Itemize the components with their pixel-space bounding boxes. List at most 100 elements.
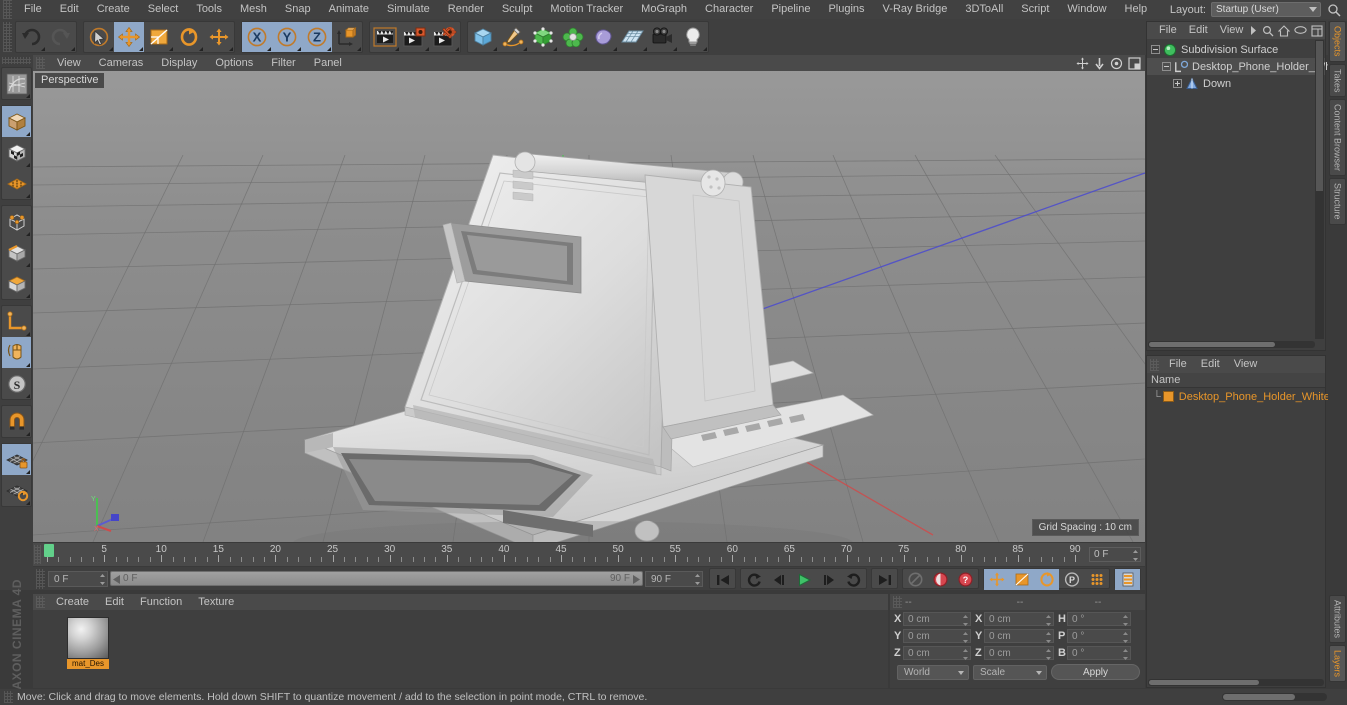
- spinner-icon[interactable]: [695, 573, 700, 585]
- menu-item-window[interactable]: Window: [1058, 0, 1115, 19]
- preview-right-arrow-icon[interactable]: [632, 575, 640, 584]
- maximize-view-icon[interactable]: [1128, 57, 1141, 70]
- step-forward-button[interactable]: [816, 569, 841, 590]
- uv-mode[interactable]: [2, 168, 31, 199]
- status-bar-grip[interactable]: [4, 691, 13, 703]
- play-button[interactable]: [791, 569, 816, 590]
- menu-item-mesh[interactable]: Mesh: [231, 0, 276, 19]
- rotation-p-field[interactable]: 0 °: [1067, 629, 1131, 643]
- lock-x-axis[interactable]: X: [242, 22, 272, 52]
- vtab-takes[interactable]: Takes: [1329, 63, 1346, 98]
- zoom-view-icon[interactable]: [1094, 57, 1105, 70]
- spinner-icon[interactable]: [1133, 550, 1138, 561]
- object-menu-view[interactable]: View: [1214, 22, 1250, 39]
- lock-z-axis[interactable]: Z: [302, 22, 332, 52]
- live-selection-tool[interactable]: [84, 22, 114, 52]
- spinner-icon[interactable]: [100, 573, 105, 585]
- menu-item-render[interactable]: Render: [439, 0, 493, 19]
- preview-left-arrow-icon[interactable]: [113, 575, 121, 584]
- vtab-attributes[interactable]: Attributes: [1329, 594, 1346, 643]
- record-pla-button[interactable]: P: [1059, 569, 1084, 590]
- menu-item-pipeline[interactable]: Pipeline: [762, 0, 819, 19]
- record-scale-button[interactable]: [1009, 569, 1034, 590]
- object-tree-row[interactable]: Down: [1147, 75, 1325, 92]
- size-z-field[interactable]: 0 cm: [984, 646, 1054, 660]
- menu-item-select[interactable]: Select: [139, 0, 188, 19]
- status-scrollbar[interactable]: [1222, 693, 1327, 701]
- object-tree[interactable]: Subdivision Surface Desktop_Phone_Holder_…: [1147, 39, 1343, 92]
- make-editable-tool[interactable]: [2, 68, 31, 99]
- viewport-menu-panel[interactable]: Panel: [305, 55, 351, 71]
- next-key-button[interactable]: [841, 569, 866, 590]
- timeline-playhead[interactable]: [44, 544, 54, 557]
- enable-snapping-s[interactable]: S: [2, 368, 31, 399]
- model-mode[interactable]: [2, 106, 31, 137]
- tree-expander-icon[interactable]: [1162, 62, 1171, 71]
- vtab-layers[interactable]: Layers: [1329, 644, 1346, 682]
- axis-mode[interactable]: [2, 306, 31, 337]
- go-to-start-button[interactable]: [710, 569, 735, 590]
- material-item[interactable]: mat_Des: [67, 617, 109, 669]
- layer-manager-grip[interactable]: [1150, 358, 1159, 371]
- texture-mode[interactable]: [2, 137, 31, 168]
- viewport-solo-single[interactable]: [2, 337, 31, 368]
- layer-row[interactable]: └ Desktop_Phone_Holder_White: [1147, 388, 1330, 405]
- spinner-icon[interactable]: [963, 649, 968, 660]
- timeline-ruler[interactable]: 051015202530354045505560657075808590 0 F: [33, 543, 1145, 566]
- record-position-button[interactable]: [984, 569, 1009, 590]
- rotation-h-field[interactable]: 0 °: [1067, 612, 1131, 626]
- layer-menu-edit[interactable]: Edit: [1194, 356, 1227, 373]
- environment-button[interactable]: [618, 22, 648, 52]
- scene-objects-button[interactable]: [588, 22, 618, 52]
- redo-button[interactable]: [46, 22, 76, 52]
- layout-dropdown[interactable]: Startup (User): [1211, 2, 1321, 17]
- menu-item-simulate[interactable]: Simulate: [378, 0, 439, 19]
- size-mode-dropdown[interactable]: Scale: [973, 664, 1047, 680]
- perspective-viewport[interactable]: View Cameras Display Options Filter Panel Per…: [33, 55, 1145, 542]
- position-z-field[interactable]: 0 cm: [903, 646, 971, 660]
- spinner-icon[interactable]: [1123, 615, 1128, 626]
- viewport-menu-grip[interactable]: [36, 57, 45, 69]
- menu-item-sculpt[interactable]: Sculpt: [493, 0, 542, 19]
- layer-menu-file[interactable]: File: [1162, 356, 1194, 373]
- spinner-icon[interactable]: [963, 632, 968, 643]
- coordinates-grip[interactable]: [893, 596, 902, 608]
- rotation-b-field[interactable]: 0 °: [1067, 646, 1131, 660]
- spinner-icon[interactable]: [1046, 632, 1051, 643]
- viewport-menu-options[interactable]: Options: [206, 55, 262, 71]
- add-cube-button[interactable]: [468, 22, 498, 52]
- world-object-coordinates[interactable]: [332, 22, 362, 52]
- menu-item-snap[interactable]: Snap: [276, 0, 320, 19]
- render-region-button[interactable]: [400, 22, 430, 52]
- viewport-menu-display[interactable]: Display: [152, 55, 206, 71]
- go-to-end-button[interactable]: [872, 569, 897, 590]
- menu-item-v-ray-bridge[interactable]: V-Ray Bridge: [874, 0, 957, 19]
- preview-range-bar[interactable]: 0 F 90 F: [110, 571, 643, 586]
- spinner-icon[interactable]: [1046, 615, 1051, 626]
- timeline-end-frame-field[interactable]: 0 F: [1089, 547, 1141, 562]
- menu-item-help[interactable]: Help: [1116, 0, 1157, 19]
- eye-icon[interactable]: [1294, 25, 1308, 35]
- transform-tool[interactable]: [204, 22, 234, 52]
- layer-rows[interactable]: └ Desktop_Phone_Holder_White: [1147, 388, 1330, 405]
- material-menu-create[interactable]: Create: [48, 594, 97, 610]
- spinner-icon[interactable]: [1123, 649, 1128, 660]
- viewport-menu-filter[interactable]: Filter: [262, 55, 304, 71]
- menu-item-script[interactable]: Script: [1012, 0, 1058, 19]
- menu-item-animate[interactable]: Animate: [320, 0, 378, 19]
- add-spline-button[interactable]: [498, 22, 528, 52]
- polygon-mode[interactable]: [2, 268, 31, 299]
- toolbar-grip[interactable]: [3, 22, 12, 52]
- menu-item-file[interactable]: File: [15, 0, 51, 19]
- material-menu-function[interactable]: Function: [132, 594, 190, 610]
- add-light-button[interactable]: [678, 22, 708, 52]
- deformers-button[interactable]: [558, 22, 588, 52]
- lock-y-axis[interactable]: Y: [272, 22, 302, 52]
- rotate-view-icon[interactable]: [1110, 57, 1123, 70]
- generators-button[interactable]: [528, 22, 558, 52]
- menu-item-tools[interactable]: Tools: [187, 0, 231, 19]
- magnet-tool[interactable]: [2, 406, 31, 437]
- object-tree-row[interactable]: Desktop_Phone_Holder_White: [1147, 58, 1343, 75]
- menu-item-motion-tracker[interactable]: Motion Tracker: [541, 0, 632, 19]
- viewport-name-label[interactable]: Perspective: [35, 73, 105, 88]
